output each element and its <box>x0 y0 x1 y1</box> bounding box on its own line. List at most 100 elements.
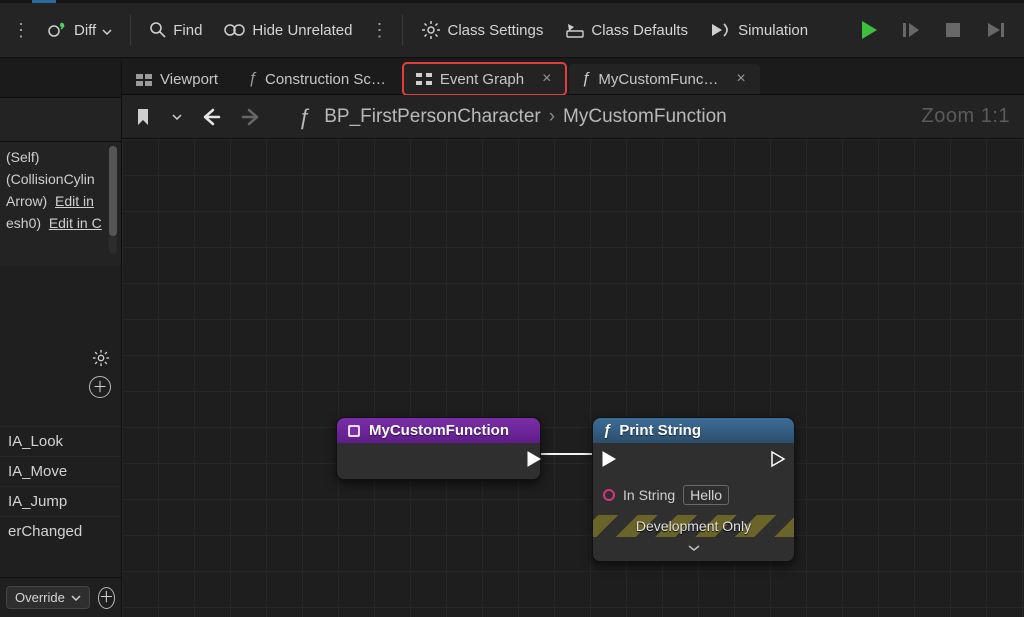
stop-button[interactable] <box>936 13 970 47</box>
toolbar-more-mid-icon[interactable]: ⋮ <box>364 20 394 41</box>
node-mycustomfunction[interactable]: MyCustomFunction <box>336 417 541 480</box>
tab-viewport[interactable]: Viewport <box>124 65 232 94</box>
node-title: MyCustomFunction <box>369 422 509 439</box>
close-icon[interactable]: × <box>542 70 551 88</box>
exec-output-pin[interactable] <box>768 449 788 474</box>
breadcrumb-root[interactable]: BP_FirstPersonCharacter <box>324 106 540 128</box>
section-header: ＋ <box>0 372 121 402</box>
bookmark-icon[interactable] <box>130 104 156 130</box>
edit-link[interactable]: Edit in <box>55 193 94 209</box>
breadcrumb[interactable]: BP_FirstPersonCharacter › MyCustomFuncti… <box>324 106 726 128</box>
chevron-down-icon <box>71 595 81 601</box>
tab-label: MyCustomFunc… <box>598 71 718 88</box>
zoom-indicator: Zoom 1:1 <box>922 105 1010 128</box>
gear-icon[interactable] <box>91 348 111 368</box>
override-label: Override <box>15 590 65 605</box>
variable-label: IA_Move <box>8 463 67 480</box>
component-row[interactable]: (CollisionCylin <box>0 168 121 190</box>
class-defaults-button[interactable]: Class Defaults <box>555 14 698 46</box>
transport-controls <box>852 13 1012 47</box>
class-settings-button[interactable]: Class Settings <box>411 14 553 46</box>
left-panel-footer: Override ＋ <box>0 577 121 617</box>
simulation-label: Simulation <box>738 22 808 39</box>
variable-label: erChanged <box>8 523 82 540</box>
chevron-down-icon[interactable] <box>170 104 184 130</box>
variable-label: IA_Jump <box>8 493 67 510</box>
exec-input-pin[interactable] <box>599 449 619 474</box>
variable-row[interactable]: erChanged <box>0 516 121 546</box>
variable-row[interactable]: IA_Look <box>0 426 121 456</box>
string-input-value[interactable]: Hello <box>683 485 729 505</box>
components-list[interactable]: (Self) (CollisionCylin Arrow) Edit in es… <box>0 142 121 266</box>
class-settings-label: Class Settings <box>447 22 543 39</box>
find-button[interactable]: Find <box>139 15 212 45</box>
toolbar-more-left-icon[interactable]: ⋮ <box>6 20 36 41</box>
breadcrumb-leaf[interactable]: MyCustomFunction <box>563 106 727 128</box>
function-icon: ƒ <box>248 70 257 88</box>
tab-label: Viewport <box>160 71 218 88</box>
eject-button[interactable] <box>978 13 1012 47</box>
exec-output-pin[interactable] <box>524 449 544 474</box>
left-panel: (Self) (CollisionCylin Arrow) Edit in es… <box>0 62 122 617</box>
node-header[interactable]: MyCustomFunction <box>337 418 540 443</box>
hide-unrelated-button[interactable]: Hide Unrelated <box>214 15 362 45</box>
diff-icon <box>48 21 68 39</box>
override-dropdown[interactable]: Override <box>6 586 90 609</box>
scrollbar[interactable] <box>109 146 117 254</box>
chevron-down-icon <box>102 22 112 39</box>
graph-tabstrip: Viewport ƒ Construction Sc… Event Graph … <box>122 59 1024 95</box>
tab-label: Construction Sc… <box>265 71 386 88</box>
exec-wire <box>535 452 598 456</box>
main-toolbar: ⋮ Diff Find Hide Unrelated ⋮ Class Setti… <box>0 0 1024 58</box>
edit-link[interactable]: Edit in C <box>49 215 102 231</box>
diff-label: Diff <box>74 22 96 39</box>
component-label: Arrow) <box>6 193 47 209</box>
simulation-button[interactable]: Simulation <box>700 15 818 45</box>
pin-row-in-string: In String Hello <box>603 485 784 505</box>
component-row[interactable]: (Self) <box>0 146 121 168</box>
event-graph-icon <box>416 73 432 85</box>
node-header[interactable]: ƒ Print String <box>593 418 794 443</box>
toolbar-separator <box>130 15 131 45</box>
diff-button[interactable]: Diff <box>38 15 122 45</box>
add-button[interactable]: ＋ <box>89 376 111 398</box>
simulation-icon <box>710 21 732 39</box>
search-icon <box>149 21 167 39</box>
node-expand-button[interactable] <box>603 537 784 561</box>
viewport-icon <box>136 74 152 86</box>
tab-event-graph[interactable]: Event Graph × <box>404 64 566 94</box>
graph-canvas[interactable]: MyCustomFunction ƒ Print String <box>122 139 1024 617</box>
close-icon[interactable]: × <box>736 70 745 88</box>
class-defaults-icon <box>565 20 585 40</box>
pin-label: In String <box>623 487 675 503</box>
step-button[interactable] <box>894 13 928 47</box>
play-button[interactable] <box>852 13 886 47</box>
scrollbar-thumb[interactable] <box>109 146 117 236</box>
component-row[interactable]: Arrow) Edit in <box>0 190 121 212</box>
node-print-string[interactable]: ƒ Print String In String Hello Developme… <box>592 417 795 562</box>
active-editor-indicator <box>32 0 56 3</box>
nav-back-button[interactable] <box>198 104 224 130</box>
component-label: (Self) <box>6 149 39 165</box>
variable-row[interactable]: IA_Jump <box>0 486 121 516</box>
add-button[interactable]: ＋ <box>98 587 115 609</box>
tab-mycustomfunction[interactable]: ƒ MyCustomFunc… × <box>569 64 759 94</box>
class-defaults-label: Class Defaults <box>591 22 688 39</box>
component-label: esh0) <box>6 215 41 231</box>
hide-unrelated-label: Hide Unrelated <box>252 22 352 39</box>
main-area: Viewport ƒ Construction Sc… Event Graph … <box>122 59 1024 617</box>
variables-list: IA_Look IA_Move IA_Jump erChanged <box>0 426 121 546</box>
find-label: Find <box>173 22 202 39</box>
graph-navbar: ƒ BP_FirstPersonCharacter › MyCustomFunc… <box>122 95 1024 139</box>
component-row[interactable]: esh0) Edit in C <box>0 212 121 234</box>
tab-label: Event Graph <box>440 71 524 88</box>
breadcrumb-separator: › <box>549 106 555 128</box>
nav-forward-button[interactable] <box>238 104 264 130</box>
string-input-pin[interactable] <box>603 489 615 501</box>
function-icon: ƒ <box>298 104 310 130</box>
development-only-banner: Development Only <box>593 515 794 537</box>
toolbar-separator <box>402 15 403 45</box>
variable-row[interactable]: IA_Move <box>0 456 121 486</box>
gear-icon <box>421 20 441 40</box>
tab-construction-script[interactable]: ƒ Construction Sc… <box>236 64 400 94</box>
